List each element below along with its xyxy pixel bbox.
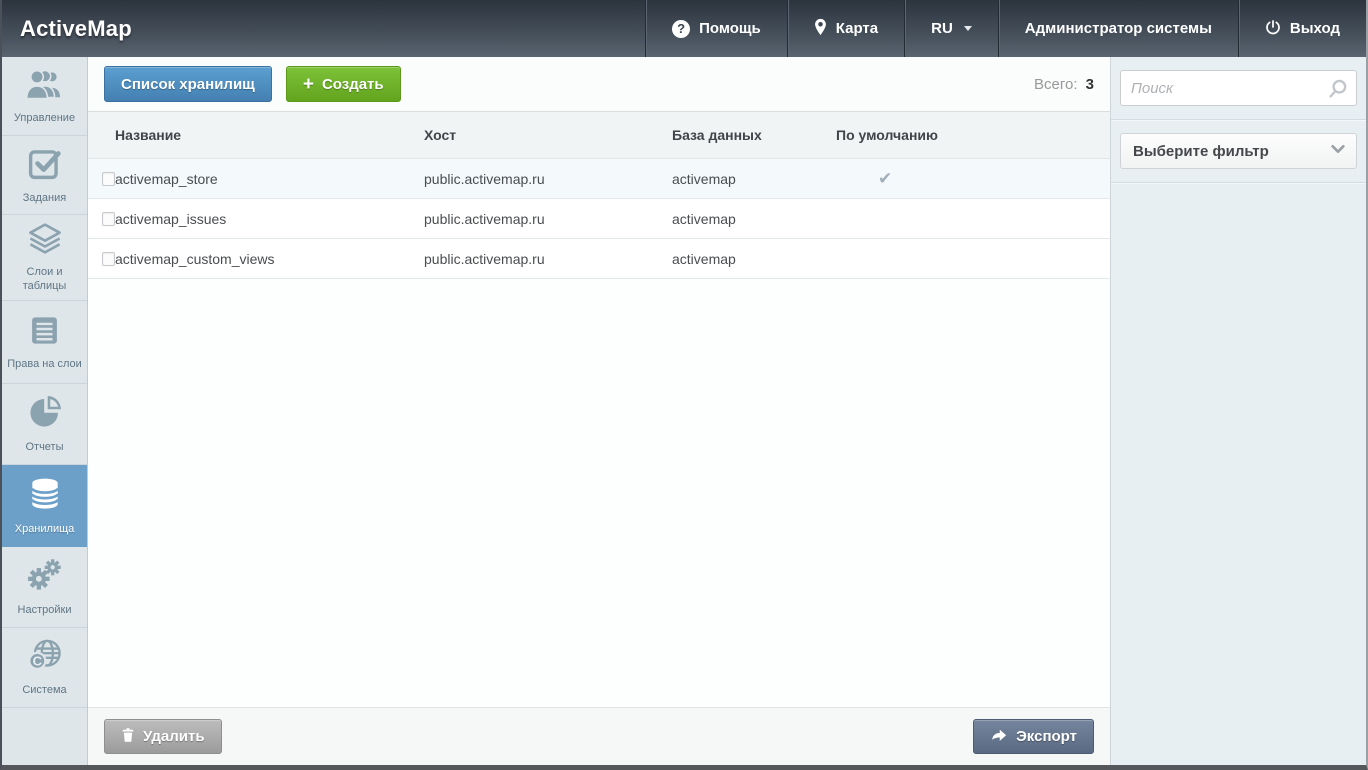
plus-icon: +: [303, 75, 314, 94]
create-button-label: Создать: [322, 76, 384, 93]
search-box: [1120, 70, 1357, 106]
map-pin-icon: [814, 18, 827, 40]
column-header-database: База данных: [672, 127, 836, 143]
delete-button-label: Удалить: [143, 728, 205, 745]
sidebar-item-reports[interactable]: Отчеты: [2, 384, 87, 465]
filter-dropdown-label: Выберите фильтр: [1133, 143, 1269, 160]
chevron-down-icon: [1330, 142, 1346, 160]
chevron-down-icon: [964, 26, 972, 31]
table-header-row: Название Хост База данных По умолчанию: [88, 112, 1110, 159]
checkbox-check-icon: [26, 145, 63, 187]
row-checkbox[interactable]: [102, 172, 115, 186]
storage-name: activemap_custom_views: [115, 251, 424, 267]
filter-panel: Выберите фильтр: [1111, 57, 1366, 765]
sidebar-item-storages[interactable]: Хранилища: [2, 465, 87, 547]
svg-text:C: C: [32, 653, 42, 668]
column-header-default: По умолчанию: [836, 127, 1110, 143]
app-window: ActiveMap ? Помощь Карта RU Администрато…: [0, 0, 1368, 770]
storage-list-button-label: Список хранилищ: [121, 76, 255, 93]
sidebar-item-management[interactable]: Управление: [2, 57, 87, 136]
total-count: Всего: 3: [1034, 76, 1094, 93]
sidebar-item-label: Отчеты: [25, 441, 63, 455]
nav-help[interactable]: ? Помощь: [645, 0, 787, 57]
storages-table: Название Хост База данных По умолчанию a…: [88, 112, 1110, 279]
delete-button[interactable]: Удалить: [104, 719, 222, 754]
sidebar-item-label: Задания: [23, 192, 66, 206]
main-panel: Список хранилищ + Создать Всего: 3 Назва…: [88, 57, 1111, 765]
sidebar-item-settings[interactable]: Настройки: [2, 547, 87, 628]
create-button[interactable]: + Создать: [286, 66, 401, 102]
sort-default[interactable]: По умолчанию: [836, 127, 938, 143]
export-arrow-icon: [990, 727, 1008, 746]
pie-chart-icon: [26, 393, 64, 436]
filter-dropdown[interactable]: Выберите фильтр: [1120, 133, 1357, 169]
storage-host: public.activemap.ru: [424, 171, 672, 187]
nav-map-label: Карта: [836, 20, 878, 37]
column-header-host: Хост: [424, 127, 672, 143]
panel-divider: [1111, 182, 1366, 183]
sort-host[interactable]: Хост: [424, 127, 456, 143]
storage-database: activemap: [672, 251, 836, 267]
table-row[interactable]: activemap_issues public.activemap.ru act…: [88, 199, 1110, 239]
document-icon: [27, 313, 62, 353]
header-nav: ? Помощь Карта RU Администратор системы …: [645, 0, 1366, 57]
table-row[interactable]: activemap_custom_views public.activemap.…: [88, 239, 1110, 279]
users-icon: [24, 67, 66, 107]
storage-list-button[interactable]: Список хранилищ: [104, 66, 272, 102]
top-header: ActiveMap ? Помощь Карта RU Администрато…: [2, 0, 1366, 57]
help-icon: ?: [672, 20, 690, 38]
nav-logout-label: Выход: [1290, 20, 1340, 37]
sidebar-spacer: [2, 708, 87, 765]
database-icon: [26, 475, 64, 518]
storage-database: activemap: [672, 171, 836, 187]
table-empty-area: [88, 279, 1110, 707]
nav-logout[interactable]: Выход: [1238, 0, 1366, 57]
sidebar-item-label: Права на слои: [7, 358, 82, 372]
sort-name[interactable]: Название: [115, 127, 181, 143]
storage-host: public.activemap.ru: [424, 251, 672, 267]
storage-name: activemap_store: [115, 171, 424, 187]
storage-host: public.activemap.ru: [424, 211, 672, 227]
sort-database[interactable]: База данных: [672, 127, 762, 143]
search-icon[interactable]: [1327, 78, 1349, 105]
storage-database: activemap: [672, 211, 836, 227]
nav-user-account[interactable]: Администратор системы: [998, 0, 1238, 57]
nav-map[interactable]: Карта: [787, 0, 904, 57]
row-checkbox[interactable]: [102, 252, 115, 266]
export-button[interactable]: Экспорт: [973, 719, 1094, 754]
export-button-label: Экспорт: [1016, 728, 1077, 745]
power-icon: [1265, 19, 1281, 39]
trash-icon: [121, 727, 135, 747]
storage-name: activemap_issues: [115, 211, 424, 227]
globe-copyright-icon: C: [25, 637, 65, 679]
column-header-name: Название: [115, 127, 424, 143]
nav-user-label: Администратор системы: [1025, 20, 1212, 37]
sidebar-item-system[interactable]: C Система: [2, 628, 87, 708]
sidebar: Управление Задания Слои и таблицы Права …: [2, 57, 88, 765]
nav-help-label: Помощь: [699, 20, 761, 37]
default-checkmark-icon: ✔: [878, 169, 892, 189]
bottom-toolbar: Удалить Экспорт: [88, 707, 1110, 765]
nav-language-dropdown[interactable]: RU: [904, 0, 998, 57]
table-row[interactable]: activemap_store public.activemap.ru acti…: [88, 159, 1110, 199]
app-logo: ActiveMap: [20, 16, 132, 42]
sidebar-item-layer-rights[interactable]: Права на слои: [2, 301, 87, 384]
sidebar-item-label: Хранилища: [15, 523, 75, 537]
sidebar-item-label: Настройки: [18, 604, 72, 618]
gears-icon: [25, 556, 65, 599]
row-checkbox[interactable]: [102, 212, 115, 226]
sidebar-item-tasks[interactable]: Задания: [2, 136, 87, 215]
nav-language-label: RU: [931, 20, 953, 37]
sidebar-item-label: Управление: [14, 112, 75, 126]
sidebar-item-label: Система: [22, 684, 66, 698]
total-count-label: Всего:: [1034, 76, 1078, 93]
layers-icon: [25, 221, 65, 261]
sidebar-item-layers-tables[interactable]: Слои и таблицы: [2, 215, 87, 301]
panel-divider: [1111, 119, 1366, 120]
main-toolbar: Список хранилищ + Создать Всего: 3: [88, 57, 1110, 112]
sidebar-item-label: Слои и таблицы: [4, 266, 85, 294]
total-count-value: 3: [1086, 76, 1094, 93]
